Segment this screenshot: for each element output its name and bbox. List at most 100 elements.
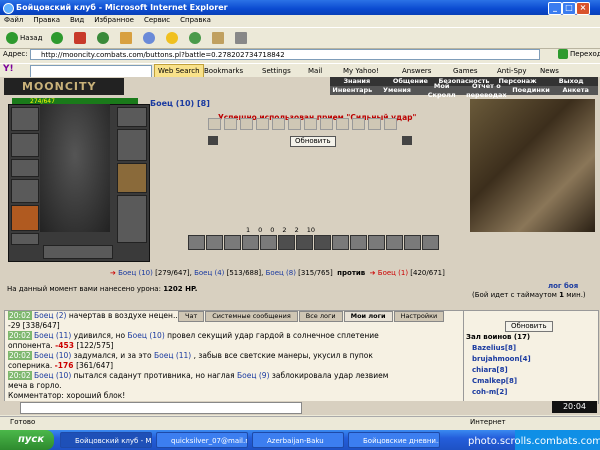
task-mail[interactable]: quicksilver_07@mail.r... [156,432,248,448]
armor-slot[interactable] [11,205,39,231]
anti-spy-link[interactable]: Anti-Spy [497,65,526,77]
warrior-item[interactable]: Bazelius[8] [472,344,516,352]
scroll-slot[interactable] [208,118,221,130]
shield-slot[interactable] [117,163,147,193]
scroll-slot[interactable] [368,118,381,130]
scroll-slot[interactable] [320,118,333,130]
yahoo-logo[interactable]: Y! [3,64,14,74]
menu-file[interactable]: Файл [4,15,23,26]
scroll-slot[interactable] [288,118,301,130]
fighter-name[interactable]: Боец (10) [8] [150,99,210,108]
warrior-item[interactable]: chiara[8] [472,366,508,374]
warrior-item[interactable]: coh-m[2] [472,388,507,396]
skill-icon[interactable] [296,235,313,250]
settings-button[interactable]: Settings [262,65,291,77]
scroll-slot[interactable] [224,118,237,130]
gloves-slot[interactable] [11,159,39,177]
skill-icon[interactable] [404,235,421,250]
my-yahoo-link[interactable]: My Yahoo! [343,65,379,77]
back-button[interactable]: Назад [3,30,45,46]
skill-icon[interactable] [314,235,331,250]
tab-my-logs[interactable]: Мои логи [343,311,393,322]
nav-duels[interactable]: Поединки [509,86,554,95]
ring-slots[interactable] [43,245,113,259]
skill-icon[interactable] [368,235,385,250]
skill-icon[interactable] [188,235,205,250]
scroll-slot[interactable] [240,118,253,130]
warrior-item[interactable]: Cmalkep[8] [472,377,517,385]
boots-slot[interactable] [117,195,147,243]
weapon-slot[interactable] [11,133,39,157]
skill-icon[interactable] [350,235,367,250]
menu-favorites[interactable]: Избранное [94,15,134,26]
chat-fighter-name[interactable]: Боец (10) [128,331,168,340]
tab-all-logs[interactable]: Все логи [298,311,343,322]
side-refresh-button[interactable]: Обновить [505,321,553,332]
tab-system[interactable]: Системные сообщения [205,311,298,322]
team-left-2-name[interactable]: Боец (4) [194,269,224,277]
refresh-browser-button[interactable] [94,30,114,46]
nav-profile[interactable]: Анкета [553,86,598,95]
warrior-item[interactable]: brujahmoon[4] [472,355,531,363]
scroll-slot[interactable] [304,118,317,130]
skill-icon[interactable] [386,235,403,250]
tab-chat[interactable]: Чат [178,311,205,322]
forward-button[interactable] [48,30,68,46]
print-button[interactable] [232,30,252,46]
skill-icon[interactable] [224,235,241,250]
belt-slot[interactable] [11,233,39,245]
tab-settings[interactable]: Настройки [393,311,445,322]
earrings-slot[interactable] [117,107,147,127]
bookmarks-button[interactable]: Bookmarks [204,65,243,77]
history-button[interactable] [186,30,206,46]
bracers-slot[interactable] [117,129,147,161]
task-diaries[interactable]: Бойцовские дневни... [348,432,440,448]
sword-slot[interactable] [11,179,39,203]
menu-edit[interactable]: Правка [33,15,60,26]
menu-tools[interactable]: Сервис [144,15,170,26]
team-left-3-name[interactable]: Боец (8) [266,269,296,277]
stop-button[interactable] [71,30,91,46]
scroll-slot[interactable] [384,118,397,130]
url-input[interactable]: http://mooncity.combats.com/buttons.pl?b… [30,49,540,60]
nav-skills[interactable]: Умения [375,86,420,95]
skill-icon[interactable] [242,235,259,250]
task-ie[interactable]: Бойцовский клуб - M... [60,432,152,448]
menu-help[interactable]: Справка [180,15,211,26]
helmet-slot[interactable] [11,107,39,131]
go-button[interactable]: Переход [570,50,600,58]
scroll-slot[interactable] [256,118,269,130]
skill-icon[interactable] [332,235,349,250]
chat-fighter-name[interactable]: Боец (10) [34,371,74,380]
scroll-slot[interactable] [352,118,365,130]
chat-fighter-name[interactable]: Боец (10) [34,351,74,360]
team-right-1-name[interactable]: Боец (1) [378,269,408,277]
nav-exit[interactable]: Выход [544,77,598,86]
news-link[interactable]: News [540,65,559,77]
chat-input[interactable] [20,402,302,414]
nav-transfers[interactable]: Отчет о переводах [464,82,509,100]
task-folder[interactable]: Azerbaijan-Baku [252,432,344,448]
answers-link[interactable]: Answers [402,65,431,77]
refresh-button[interactable]: Обновить [290,136,336,147]
skill-icon[interactable] [206,235,223,250]
search-button[interactable] [140,30,160,46]
home-button[interactable] [117,30,137,46]
skill-icon[interactable] [260,235,277,250]
battle-log-link[interactable]: лог боя [548,282,578,290]
chat-fighter-name[interactable]: Боец (2) [34,311,69,320]
chat-fighter-name[interactable]: Боец (11) [34,331,74,340]
mail-link[interactable]: Mail [308,65,322,77]
favorites-button[interactable] [163,30,183,46]
chat-log[interactable]: 20:02 Боец (2) начертав в воздухе нецен.… [4,310,464,404]
mail-button[interactable] [209,30,229,46]
start-button[interactable]: пуск [0,430,54,450]
minimize-button[interactable]: _ [548,2,562,15]
chat-fighter-name[interactable]: Боец (9) [237,371,272,380]
nav-my-scroll[interactable]: Мой Скролл [419,82,464,100]
go-arrow-icon[interactable] [558,49,568,59]
maximize-button[interactable]: □ [562,2,576,15]
scroll-slot[interactable] [272,118,285,130]
nav-knowledge[interactable]: Знания [330,77,384,86]
games-link[interactable]: Games [453,65,478,77]
